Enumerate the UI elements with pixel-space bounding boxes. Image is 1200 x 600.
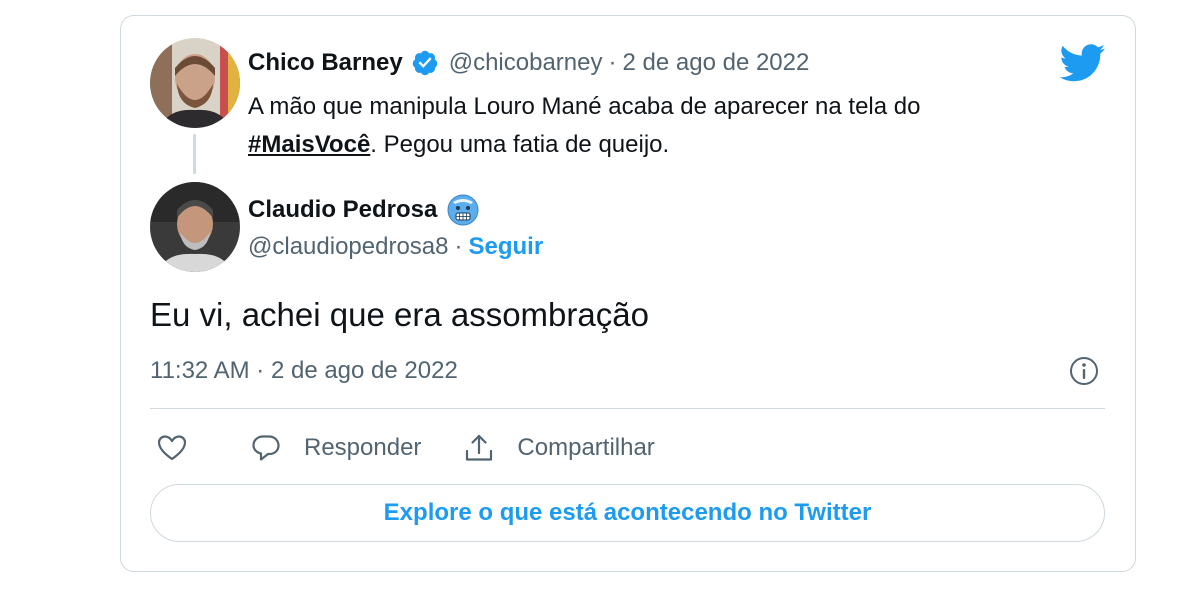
- hashtag-link[interactable]: #MaisVocê: [248, 131, 370, 158]
- avatar-photo: [150, 38, 240, 128]
- quoted-text-part1: A mão que manipula Louro Mané acaba de a…: [248, 93, 921, 120]
- heart-icon: [157, 435, 187, 461]
- divider: [150, 408, 1105, 409]
- verified-badge-icon: [412, 50, 437, 76]
- quoted-tweet-text: A mão que manipula Louro Mané acaba de a…: [248, 88, 1048, 164]
- tweet-actions: Responder Compartilhar: [150, 428, 655, 468]
- reply-author-name-row: Claudio Pedrosa: [248, 193, 479, 227]
- avatar-photo: [150, 182, 240, 272]
- reply-label: Responder: [304, 434, 422, 461]
- share-label: Compartilhar: [517, 434, 655, 461]
- tweet-timestamp[interactable]: 11:32 AM · 2 de ago de 2022: [150, 357, 458, 385]
- quoted-text-part2: . Pegou uma fatia de queijo.: [370, 131, 670, 158]
- quoted-tweet-header: Chico Barney @chicobarney · 2 de ago de …: [248, 46, 809, 80]
- share-button[interactable]: Compartilhar: [463, 432, 655, 464]
- reply-author-handle-row: @claudiopedrosa8 · Seguir: [248, 232, 543, 262]
- separator-dot: ·: [454, 233, 463, 260]
- tweet-text: Eu vi, achei que era assombração: [150, 296, 649, 333]
- info-icon[interactable]: [1068, 355, 1100, 387]
- reply-author-display-name[interactable]: Claudio Pedrosa: [248, 196, 437, 224]
- separator-dot: ·: [608, 49, 617, 76]
- author-handle[interactable]: @chicobarney: [449, 49, 603, 77]
- share-icon: [466, 434, 493, 461]
- explore-twitter-button[interactable]: Explore o que está acontecendo no Twitte…: [150, 484, 1105, 542]
- thread-connector-line: [193, 134, 196, 174]
- author-display-name[interactable]: Chico Barney: [248, 49, 403, 77]
- avatar-chico-barney[interactable]: [150, 38, 240, 128]
- avatar-claudio-pedrosa[interactable]: [150, 182, 240, 272]
- cold-face-emoji-icon: [447, 194, 479, 226]
- quoted-tweet-date[interactable]: 2 de ago de 2022: [623, 49, 810, 77]
- reply-author-handle[interactable]: @claudiopedrosa8: [248, 233, 449, 261]
- reply-button[interactable]: Responder: [250, 432, 421, 464]
- like-button[interactable]: [156, 432, 188, 464]
- twitter-bird-icon[interactable]: [1060, 44, 1106, 82]
- reply-bubble-icon: [252, 435, 280, 461]
- follow-button[interactable]: Seguir: [469, 233, 544, 261]
